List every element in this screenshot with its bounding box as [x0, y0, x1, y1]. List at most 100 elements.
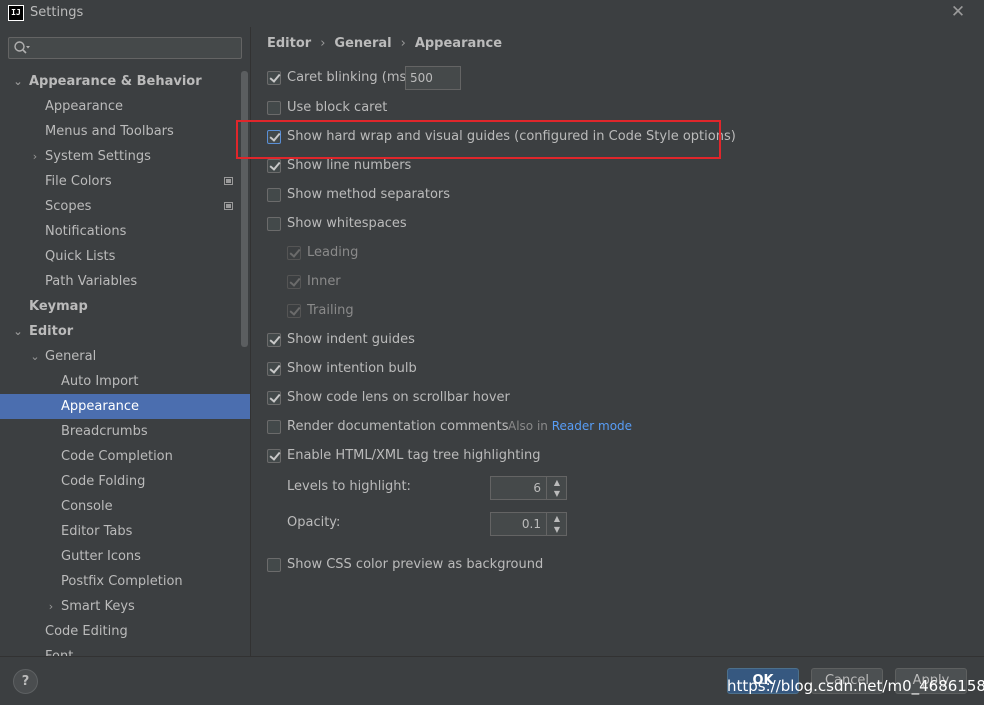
hint-prefix: Also in — [508, 419, 548, 433]
breadcrumb-separator: › — [320, 36, 326, 51]
tree-item-appearance[interactable]: Appearance — [0, 94, 240, 119]
tree-item-label: Breadcrumbs — [61, 424, 148, 439]
opacity-input[interactable] — [493, 515, 541, 533]
opacity-spinner[interactable]: ▲ ▼ — [490, 512, 567, 536]
breadcrumb-separator: › — [400, 36, 406, 51]
tree-item-code-editing[interactable]: Code Editing — [0, 619, 240, 644]
chevron-down-icon[interactable]: ⌄ — [29, 344, 41, 369]
css-preview-label: Show CSS color preview as background — [287, 557, 544, 572]
block-caret-label: Use block caret — [287, 100, 388, 115]
title-bar: IJ Settings ✕ — [0, 0, 984, 27]
tree-item-menus-toolbars[interactable]: Menus and Toolbars — [0, 119, 240, 144]
render-docs-label: Render documentation comments — [287, 419, 509, 434]
tree-item-keymap[interactable]: Keymap — [0, 294, 240, 319]
indent-guides-checkbox[interactable] — [267, 333, 281, 347]
leading-label: Leading — [307, 245, 359, 260]
render-docs-checkbox[interactable] — [267, 420, 281, 434]
arrow-down-icon[interactable]: ▼ — [547, 488, 567, 499]
chevron-down-icon[interactable]: ⌄ — [12, 69, 24, 94]
indent-guides-label: Show indent guides — [287, 332, 415, 347]
arrow-down-icon[interactable]: ▼ — [547, 524, 567, 535]
chevron-right-icon[interactable]: › — [45, 594, 57, 619]
dialog-footer: ? OK Cancel Apply https://blog.csdn.net/… — [0, 656, 984, 705]
sidebar-scrollbar[interactable] — [241, 71, 248, 347]
reader-mode-hint: Also in Reader mode — [508, 419, 632, 433]
tree-item-editor[interactable]: ⌄ Editor — [0, 319, 240, 344]
levels-input[interactable] — [493, 479, 541, 497]
tree-item-label: Console — [61, 499, 113, 514]
levels-spinner[interactable]: ▲ ▼ — [490, 476, 567, 500]
tree-item-editor-tabs[interactable]: Editor Tabs — [0, 519, 240, 544]
tree-item-console[interactable]: Console — [0, 494, 240, 519]
tree-item-scopes[interactable]: Scopes — [0, 194, 240, 219]
search-input[interactable] — [33, 39, 238, 57]
trailing-checkbox[interactable] — [287, 304, 301, 318]
tree-item-smart-keys[interactable]: › Smart Keys — [0, 594, 240, 619]
reader-mode-link[interactable]: Reader mode — [552, 419, 632, 433]
tree-item-label: Editor Tabs — [61, 524, 133, 539]
chevron-down-icon[interactable]: ⌄ — [12, 319, 24, 344]
ok-button[interactable]: OK — [727, 668, 799, 694]
tree-item-label: Notifications — [45, 224, 127, 239]
opacity-label: Opacity: — [287, 515, 341, 530]
tree-item-postfix-completion[interactable]: Postfix Completion — [0, 569, 240, 594]
tree-item-label: Keymap — [29, 299, 88, 314]
tree-item-font[interactable]: Font — [0, 644, 240, 656]
line-numbers-checkbox[interactable] — [267, 159, 281, 173]
tree-item-gutter-icons[interactable]: Gutter Icons — [0, 544, 240, 569]
tree-item-code-completion[interactable]: Code Completion — [0, 444, 240, 469]
css-preview-checkbox[interactable] — [267, 558, 281, 572]
tree-item-quick-lists[interactable]: Quick Lists — [0, 244, 240, 269]
chevron-right-icon[interactable]: › — [29, 144, 41, 169]
intention-bulb-checkbox[interactable] — [267, 362, 281, 376]
tree-item-label: Font — [45, 644, 73, 656]
search-icon — [14, 41, 30, 54]
method-separators-label: Show method separators — [287, 187, 451, 202]
tree-item-label: General — [45, 349, 97, 364]
intention-bulb-label: Show intention bulb — [287, 361, 417, 376]
line-numbers-label: Show line numbers — [287, 158, 412, 173]
tree-item-notifications[interactable]: Notifications — [0, 219, 240, 244]
help-button[interactable]: ? — [13, 669, 38, 694]
tree-item-label: Appearance & Behavior — [29, 74, 202, 89]
tag-tree-checkbox[interactable] — [267, 449, 281, 463]
window-title: Settings — [30, 5, 84, 20]
breadcrumb: Editor › General › Appearance — [267, 36, 502, 51]
code-lens-checkbox[interactable] — [267, 391, 281, 405]
caret-blinking-ms-input[interactable] — [405, 66, 461, 90]
tree-item-path-variables[interactable]: Path Variables — [0, 269, 240, 294]
arrow-up-icon[interactable]: ▲ — [547, 513, 567, 524]
tree-item-label: Code Folding — [61, 474, 146, 489]
caret-blinking-checkbox[interactable] — [267, 71, 281, 85]
apply-button[interactable]: Apply — [895, 668, 967, 694]
arrow-up-icon[interactable]: ▲ — [547, 477, 567, 488]
tree-item-label: Auto Import — [61, 374, 139, 389]
tree-item-file-colors[interactable]: File Colors — [0, 169, 240, 194]
whitespaces-checkbox[interactable] — [267, 217, 281, 231]
search-box[interactable] — [8, 37, 242, 59]
tree-item-code-folding[interactable]: Code Folding — [0, 469, 240, 494]
tree-item-editor-appearance[interactable]: Appearance — [0, 394, 250, 419]
hard-wrap-checkbox[interactable] — [267, 130, 281, 144]
inner-label: Inner — [307, 274, 341, 289]
close-icon[interactable]: ✕ — [950, 4, 966, 21]
levels-label: Levels to highlight: — [287, 479, 411, 494]
tree-item-label: Quick Lists — [45, 249, 116, 264]
settings-sidebar: ⌄ Appearance & Behavior Appearance Menus… — [0, 27, 250, 656]
tree-item-system-settings[interactable]: › System Settings — [0, 144, 240, 169]
tree-item-breadcrumbs[interactable]: Breadcrumbs — [0, 419, 240, 444]
tree-item-auto-import[interactable]: Auto Import — [0, 369, 240, 394]
whitespaces-label: Show whitespaces — [287, 216, 407, 231]
inner-checkbox[interactable] — [287, 275, 301, 289]
tree-item-general[interactable]: ⌄ General — [0, 344, 240, 369]
leading-checkbox[interactable] — [287, 246, 301, 260]
block-caret-checkbox[interactable] — [267, 101, 281, 115]
tree-item-appearance-behavior[interactable]: ⌄ Appearance & Behavior — [0, 69, 240, 94]
tree-item-label: Code Editing — [45, 624, 128, 639]
tree-item-label: File Colors — [45, 174, 112, 189]
project-level-icon — [224, 177, 233, 185]
method-separators-checkbox[interactable] — [267, 188, 281, 202]
caret-blinking-label: Caret blinking (ms): — [287, 70, 416, 85]
tree-item-label: Path Variables — [45, 274, 138, 289]
cancel-button[interactable]: Cancel — [811, 668, 883, 694]
